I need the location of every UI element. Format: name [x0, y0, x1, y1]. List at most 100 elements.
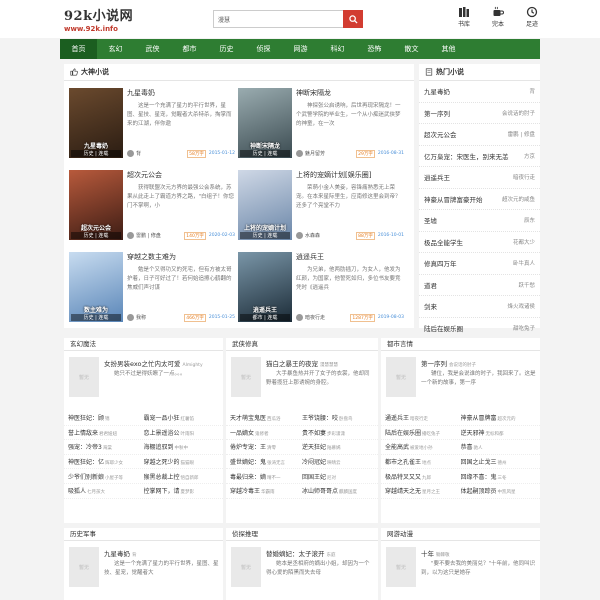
nav-item-horror[interactable]: 恐怖 [356, 39, 393, 59]
list-item-title[interactable]: 都市之孔雀王 [385, 457, 421, 466]
list-item[interactable]: 少爷们别新娘 小屋子等 [68, 472, 144, 481]
hot-list-item[interactable]: 超次元公会 雷鹏 | 修盘 [419, 124, 540, 146]
hot-list-item[interactable]: 修真四万年 卧牛真人 [419, 253, 540, 275]
list-item[interactable]: 吸狐人 七月孩大 [68, 486, 144, 495]
nav-item-online-game[interactable]: 网游 [282, 39, 319, 59]
bookshelf-link[interactable]: 书库 [454, 6, 474, 28]
book-author[interactable]: 水森森 [305, 232, 356, 239]
list-item-title[interactable]: 一品嫡女 [230, 428, 254, 437]
category-title[interactable]: 侦探推理 [226, 528, 378, 541]
book-author[interactable]: 我称 [136, 314, 184, 321]
list-item-title[interactable]: 回国王妃 [302, 472, 326, 481]
feature-title[interactable]: 女扮男装exo之忙内太可爱 Almighty [104, 358, 203, 368]
list-item-title[interactable]: 神医狂妃：亿 [68, 457, 104, 466]
book-author[interactable]: 魅月留芳 [305, 150, 356, 157]
list-item[interactable]: 王爷饶腰：咬 卧盘鸟 [302, 413, 374, 422]
list-item-title[interactable]: 贵不如妻 [302, 428, 326, 437]
list-item-title[interactable]: 倦炉专宠：王 [230, 442, 266, 451]
list-item-title[interactable]: 恋上景遥浴公 [144, 428, 180, 437]
list-item[interactable]: 逆天邪神 无标和都 [461, 428, 537, 437]
book-cover[interactable]: 超次元公会 历史 | 连载 [69, 170, 123, 240]
hot-list-item[interactable]: 神豪从冒牌富豪开始 超次元的咸鱼 [419, 189, 540, 210]
list-item-title[interactable]: 猴黑总裁上控 [144, 472, 180, 481]
list-item[interactable]: 冰山师哥哥点 麒麟国度 [302, 486, 374, 495]
list-item-title[interactable]: 逆天狂妃 [302, 442, 326, 451]
list-item[interactable]: 都市之孔雀王 地点 [385, 457, 461, 466]
list-item-title[interactable]: 穿越之死少的 [144, 457, 180, 466]
book-cover-placeholder[interactable]: 暂无 [69, 357, 99, 397]
book-author[interactable]: 背 [136, 150, 187, 157]
book-cover[interactable]: 数主难为 历史 | 连载 [69, 252, 123, 322]
nav-item-detective[interactable]: 侦探 [245, 39, 282, 59]
list-item[interactable]: 逆天狂妃 陆慕嫣 [302, 442, 374, 451]
list-item-title[interactable]: 海棚追驭到 [144, 442, 174, 451]
list-item-title[interactable]: 神豪从冒牌富 [461, 413, 497, 422]
list-item[interactable]: 毒最归来：嫡 晴不一 [230, 472, 302, 481]
list-item-title[interactable]: 逆天邪神 [461, 428, 485, 437]
list-item-title[interactable]: 控掌网下，请 [144, 486, 180, 495]
category-title[interactable]: 网游动漫 [381, 528, 540, 541]
nav-item-wuxia[interactable]: 武侠 [134, 39, 171, 59]
list-item[interactable]: 陆后在娱乐圈 播吃兔子 [385, 428, 461, 437]
feature-title-text[interactable]: 替婚嫡妃：太子滚开 [266, 550, 325, 558]
list-item-title[interactable]: 霸宠一品小狂 [144, 413, 180, 422]
list-item[interactable]: 穿越靖天之无 星月之王 [385, 486, 461, 495]
list-item-title[interactable]: 少爷们别新娘 [68, 472, 104, 481]
hot-list-item[interactable]: 极品全能学生 花都大少 [419, 232, 540, 253]
book-cover-placeholder[interactable]: 暂无 [386, 357, 416, 397]
list-item-title[interactable]: 体起嗣顶踪员 [461, 486, 497, 495]
list-item[interactable]: 恭喜 驰人 [461, 442, 537, 451]
list-item[interactable]: 回缘不喜：鬼 三冬 [461, 472, 537, 481]
feature-title-text[interactable]: 九星毒奶 [104, 550, 130, 558]
book-cover-placeholder[interactable]: 暂无 [231, 357, 261, 397]
list-item-title[interactable]: 恭喜 [461, 442, 473, 451]
book-cover-placeholder[interactable]: 暂无 [69, 547, 99, 587]
history-link[interactable]: 足迹 [522, 6, 542, 28]
book-card[interactable]: 神断宋隔龙 历史 | 连载 神断宋隔龙 神探张公启诱响，后世再现宋隔龙！一个武警学… [238, 88, 406, 170]
nav-item-essay[interactable]: 散文 [393, 39, 430, 59]
list-item-title[interactable]: 冰山师哥哥点 [302, 486, 338, 495]
list-item[interactable]: 盛世嫡妃：鬼 张涛无言 [230, 457, 302, 466]
list-item-title[interactable]: 全能高武 [385, 442, 409, 451]
category-feature[interactable]: 暂无 猫白之暴王的夜宠 漫慧慧慧 大手暴鱼热并开了女子的衣裳，他却同野着揽狂上那诱… [226, 351, 378, 411]
list-item[interactable]: 倦炉专宠：王 清零 [230, 442, 302, 451]
book-card[interactable]: 九星毒奶 历史 | 连载 九星毒奶 这是一个充满了星力的平行世界，星图、星技、星宠… [69, 88, 237, 170]
category-feature[interactable]: 暂无 十年 锄棘敬 "要不要去我的美丽兑？"十年前，他同叫识到，以为这只是她存 [381, 541, 540, 600]
hot-list-item[interactable]: 圣墟 辰东 [419, 210, 540, 232]
list-item[interactable]: 穿越之死少的 猫猫眼 [144, 457, 220, 466]
list-item-title[interactable]: 冷闷冠妃 [302, 457, 326, 466]
book-cover[interactable]: 九星毒奶 历史 | 连载 [69, 88, 123, 158]
feature-title[interactable]: 九星毒奶背 [104, 548, 137, 558]
list-item-title[interactable]: 陆后在娱乐圈 [385, 428, 421, 437]
list-item[interactable]: 回国王妃 尼对 [302, 472, 374, 481]
feature-title-text[interactable]: 十年 [421, 550, 434, 558]
list-item-title[interactable]: 王爷饶腰：咬 [302, 413, 338, 422]
list-item[interactable]: 贵不如妻 步彩潇潇 [302, 428, 374, 437]
nav-item-history[interactable]: 历史 [208, 39, 245, 59]
search-button[interactable] [343, 10, 363, 28]
hot-book-title[interactable]: 圣墟 [424, 215, 524, 225]
hot-list-item[interactable]: 亿万枭宠：宋医生，别来无恙 方京 [419, 146, 540, 167]
book-card[interactable]: 超次元公会 历史 | 连载 超次元公会 获得联盟次元方界的最强公会系统，苏果从此走… [69, 170, 237, 252]
list-item[interactable]: 穿越冷毒王 华霸雨 [230, 486, 302, 495]
category-feature[interactable]: 暂无 第一序列 会说话的肘子 辅位，我是会说谁的时子，我回来了。这是一个新的故事，… [381, 351, 540, 411]
list-item-title[interactable]: 毒最归来：嫡 [230, 472, 266, 481]
list-item[interactable]: 一品嫡女 鬼修者 [230, 428, 302, 437]
hot-book-title[interactable]: 九星毒奶 [424, 86, 529, 96]
list-item-title[interactable]: 吸狐人 [68, 486, 86, 495]
category-feature[interactable]: 暂无 女扮男装exo之忙内太可爱 Almighty 她只不过是得妖瞭了一点。。。 [64, 351, 223, 411]
list-item[interactable]: 神医狂妃：亿 辉耶少女 [68, 457, 144, 466]
book-cover[interactable]: 神断宋隔龙 历史 | 连载 [238, 88, 292, 158]
list-item[interactable]: 霸宠一品小狂 红薯馅 [144, 413, 220, 422]
book-cover-placeholder[interactable]: 暂无 [231, 547, 261, 587]
feature-title[interactable]: 第一序列 会说话的肘子 [421, 358, 476, 368]
list-item-title[interactable]: 神医狂妃：顾 [68, 413, 104, 422]
nav-item-fantasy[interactable]: 玄幻 [97, 39, 134, 59]
search-input[interactable] [213, 10, 343, 28]
book-cover-placeholder[interactable]: 暂无 [386, 547, 416, 587]
list-item-title[interactable]: 穿越冷毒王 [230, 486, 260, 495]
category-title[interactable]: 武侠修真 [226, 338, 378, 351]
list-item-title[interactable]: 穿越靖天之无 [385, 486, 421, 495]
list-item[interactable]: 全能高武 被爱地小孙 [385, 442, 461, 451]
category-title[interactable]: 都市言情 [381, 338, 540, 351]
